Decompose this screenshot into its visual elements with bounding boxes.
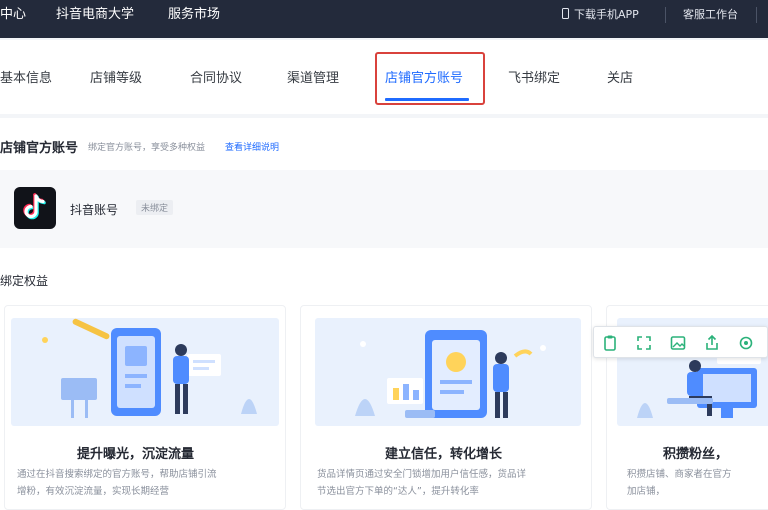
workbench-link[interactable]: 客服工作台 (683, 0, 738, 30)
nav-item-ecommerce-university[interactable]: 抖音电商大学 (56, 0, 134, 30)
bind-benefits-title: 绑定权益 (0, 274, 49, 288)
benefit-desc-fans-line2: 加店铺， (627, 486, 666, 497)
benefit-title-trust: 建立信任，转化增长 (385, 447, 503, 462)
section-subtitle: 绑定官方账号，享受多种权益 (88, 143, 206, 153)
account-name: 抖音账号 (70, 203, 119, 217)
image-icon[interactable] (668, 333, 688, 353)
tab-basic-info[interactable]: 基本信息 (0, 67, 52, 86)
account-status-badge: 未绑定 (136, 200, 174, 215)
fullscreen-icon[interactable] (634, 333, 654, 353)
tab-channel-management[interactable]: 渠道管理 (287, 67, 339, 86)
benefit-desc-exposure-line2: 增粉，有效沉淀流量，实现长期经营 (17, 486, 170, 497)
benefit-desc-exposure-line1: 通过在抖音搜索绑定的官方账号，帮助店铺引流 (17, 469, 217, 480)
share-icon[interactable] (702, 333, 722, 353)
section-title: 店铺官方账号 (0, 141, 79, 156)
tab-close-shop[interactable]: 关店 (607, 67, 633, 86)
tab-feishu-binding[interactable]: 飞书绑定 (508, 67, 560, 86)
download-app-link[interactable]: 下载手机APP (562, 0, 639, 30)
floating-toolbar (593, 326, 768, 358)
tiktok-logo-icon (14, 187, 56, 229)
view-details-link[interactable]: 查看详细说明 (225, 140, 279, 153)
benefit-card-trust: 建立信任，转化增长 货品详情页通过安全门锁增加用户信任感，货品详 节选出官方下单… (300, 305, 592, 510)
settings-icon[interactable] (736, 333, 756, 353)
top-navigation-bar: 中心 抖音电商大学 服务市场 下载手机APP 客服工作台 (0, 0, 768, 38)
topbar-divider (756, 7, 757, 23)
nav-item-service-market[interactable]: 服务市场 (168, 0, 220, 30)
benefit-illustration-trust (315, 318, 581, 426)
benefit-desc-fans-line1: 积攒店铺、商家者在官方 (627, 469, 732, 480)
nav-item-center[interactable]: 中心 (0, 0, 26, 30)
highlight-annotation-box (375, 52, 485, 105)
benefit-desc-trust-line1: 货品详情页通过安全门锁增加用户信任感，货品详 (317, 469, 527, 480)
benefit-title-fans: 积攒粉丝， (663, 447, 729, 462)
benefit-illustration-exposure (11, 318, 279, 426)
download-app-label: 下载手机APP (574, 8, 639, 21)
tab-contracts[interactable]: 合同协议 (190, 67, 242, 86)
benefit-title-exposure: 提升曝光，沉淀流量 (77, 447, 195, 462)
benefit-desc-trust-line2: 节选出官方下单的“达人”，提升转化率 (317, 486, 479, 497)
mobile-phone-icon (562, 8, 569, 19)
tab-shop-level[interactable]: 店铺等级 (90, 67, 142, 86)
clipboard-icon[interactable] (600, 333, 620, 353)
topbar-divider (665, 7, 666, 23)
benefit-card-exposure: 提升曝光，沉淀流量 通过在抖音搜索绑定的官方账号，帮助店铺引流 增粉，有效沉淀流… (4, 305, 286, 510)
